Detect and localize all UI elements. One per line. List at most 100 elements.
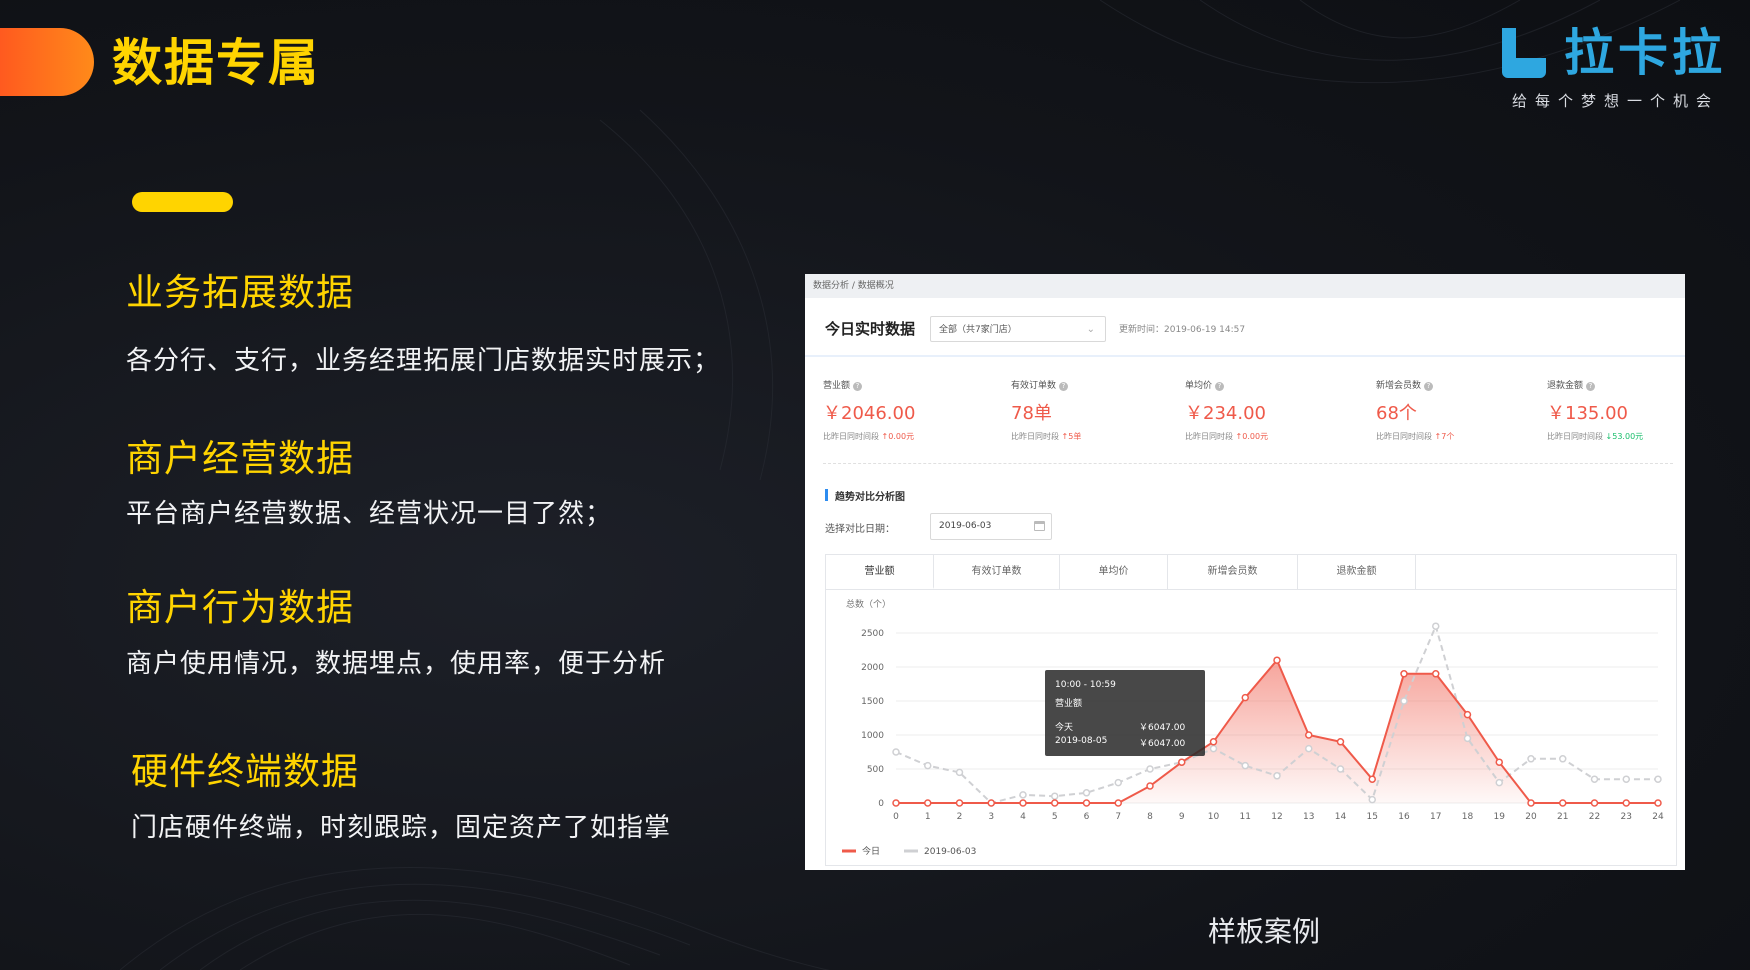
data-point — [1463, 710, 1472, 719]
data-point — [1241, 761, 1249, 770]
trend-title-marker — [825, 489, 828, 501]
data-point — [955, 799, 964, 807]
data-point — [1622, 775, 1630, 783]
x-tick-label: 4 — [1020, 812, 1026, 822]
store-select[interactable]: 全部（共7家门店） ⌄ — [930, 316, 1106, 342]
data-point — [1209, 738, 1218, 746]
x-tick-label: 3 — [988, 812, 994, 822]
data-point — [1273, 772, 1281, 780]
metrics-divider — [823, 463, 1673, 464]
metric-new-members: 新增会员数? 68个 比昨日同时间段 ↑7个 — [1376, 378, 1556, 442]
help-icon[interactable]: ? — [1215, 382, 1225, 391]
data-point — [1368, 795, 1376, 804]
help-icon[interactable]: ? — [853, 382, 863, 391]
slide-title: 数据专属 — [112, 34, 320, 92]
realtime-title: 今日实时数据 — [825, 320, 916, 338]
tab-revenue[interactable]: 营业额 — [826, 555, 934, 589]
metric-label: 有效订单数 — [1011, 381, 1057, 391]
y-tick-label: 0 — [878, 799, 884, 809]
data-point — [987, 799, 995, 807]
metric-revenue: 营业额? ￥2046.00 比昨日同时间段 ↑0.00元 — [823, 378, 1003, 442]
tab-avg-price[interactable]: 单均价 — [1060, 555, 1168, 589]
x-tick-label: 10 — [1208, 812, 1220, 822]
x-tick-label: 19 — [1494, 812, 1506, 822]
x-tick-label: 21 — [1557, 812, 1568, 822]
metric-value: 78单 — [1011, 403, 1052, 424]
x-tick-label: 11 — [1240, 812, 1251, 822]
brand-logo: 拉卡拉 给每个梦想一个机会 — [1496, 24, 1736, 116]
x-tick-label: 22 — [1589, 812, 1600, 822]
x-tick-label: 20 — [1525, 812, 1537, 822]
data-point — [1400, 670, 1408, 678]
metric-value: ￥135.00 — [1547, 403, 1628, 424]
breadcrumb[interactable]: 数据分析 / 数据概况 — [805, 274, 1685, 298]
chevron-down-icon: ⌄ — [1086, 324, 1095, 335]
section-title-business-expansion: 业务拓展数据 — [126, 271, 354, 314]
chart-tooltip: 10:00 - 10:59 营业额 今天 ￥6047.00 2019-08-05… — [1045, 670, 1205, 756]
y-tick-label: 1500 — [861, 697, 884, 707]
section-desc-merchant-behavior: 商户使用情况，数据埋点，使用率，便于分析 — [126, 649, 667, 679]
data-point — [1590, 775, 1599, 783]
data-point — [1082, 799, 1091, 807]
x-tick-label: 15 — [1367, 812, 1378, 822]
x-tick-label: 8 — [1147, 812, 1153, 822]
x-tick-label: 23 — [1621, 812, 1632, 822]
compare-date-value: 2019-06-03 — [939, 521, 992, 531]
x-tick-label: 14 — [1335, 812, 1347, 822]
data-point — [892, 799, 900, 807]
help-icon[interactable]: ? — [1424, 382, 1434, 391]
x-tick-label: 13 — [1303, 812, 1314, 822]
x-tick-label: 16 — [1398, 812, 1410, 822]
tab-refund[interactable]: 退款金额 — [1298, 555, 1416, 589]
metric-compare: 比昨日同时段 — [1185, 432, 1233, 441]
data-point — [1336, 738, 1345, 746]
data-point — [1241, 693, 1249, 702]
y-tick-label: 2500 — [861, 629, 884, 639]
store-select-value: 全部（共7家门店） — [939, 325, 1017, 335]
data-point — [1051, 792, 1059, 800]
tab-new-members[interactable]: 新增会员数 — [1168, 555, 1298, 589]
y-tick-label: 2000 — [861, 663, 884, 673]
y-tick-label: 1000 — [861, 731, 884, 741]
series-area-today — [896, 660, 1658, 803]
calendar-icon[interactable] — [1034, 521, 1045, 531]
data-point — [1019, 791, 1027, 799]
section-title-hardware-terminal: 硬件终端数据 — [131, 750, 359, 793]
section-title-merchant-behavior: 商户行为数据 — [126, 586, 354, 629]
data-point — [1146, 765, 1154, 773]
compare-date-input[interactable]: 2019-06-03 — [930, 513, 1052, 540]
trend-line-chart[interactable]: 总数（个）050010001500200025000 1 2 3 4 5 6 7 8 9 10 11 1… — [826, 589, 1676, 865]
data-point — [1527, 799, 1535, 807]
logo-slogan: 给每个梦想一个机会 — [1512, 92, 1720, 110]
help-icon[interactable]: ? — [1059, 382, 1069, 391]
data-point — [1336, 765, 1345, 773]
data-point — [1495, 758, 1503, 766]
metric-delta: ↑0.00元 — [1235, 432, 1269, 441]
metric-delta: ↑5单 — [1061, 432, 1082, 441]
tab-orders[interactable]: 有效订单数 — [934, 555, 1060, 589]
trend-title: 趋势对比分析图 — [835, 492, 905, 503]
metric-value: ￥234.00 — [1185, 403, 1266, 424]
metric-label: 单均价 — [1185, 381, 1213, 391]
help-icon[interactable]: ? — [1586, 382, 1596, 391]
legend-label: 今日 — [862, 845, 880, 857]
metric-label: 退款金额 — [1547, 381, 1584, 391]
data-point — [1178, 758, 1186, 766]
data-point — [1654, 799, 1662, 807]
title-accent-pill — [0, 28, 94, 96]
metric-compare: 比昨日同时段 — [1011, 432, 1059, 441]
metric-value: 68个 — [1376, 403, 1417, 424]
metric-refund: 退款金额? ￥135.00 比昨日同时间段 ↓53.00元 — [1547, 378, 1685, 442]
metric-compare: 比昨日同时间段 — [1547, 432, 1603, 441]
tooltip-row-label: 2019-08-05 — [1055, 736, 1108, 746]
x-tick-label: 7 — [1115, 812, 1121, 822]
data-point — [924, 799, 932, 807]
y-axis-label: 总数（个） — [846, 598, 891, 610]
metric-tabs: 营业额 有效订单数 单均价 新增会员数 退款金额 — [826, 555, 1676, 590]
x-tick-label: 6 — [1084, 812, 1090, 822]
tooltip-row-value: ￥6047.00 — [1139, 723, 1186, 733]
data-point — [1368, 775, 1376, 783]
data-point — [1527, 755, 1535, 763]
data-point — [1305, 731, 1313, 739]
section-desc-business-expansion: 各分行、支行，业务经理拓展门店数据实时展示； — [126, 346, 721, 376]
